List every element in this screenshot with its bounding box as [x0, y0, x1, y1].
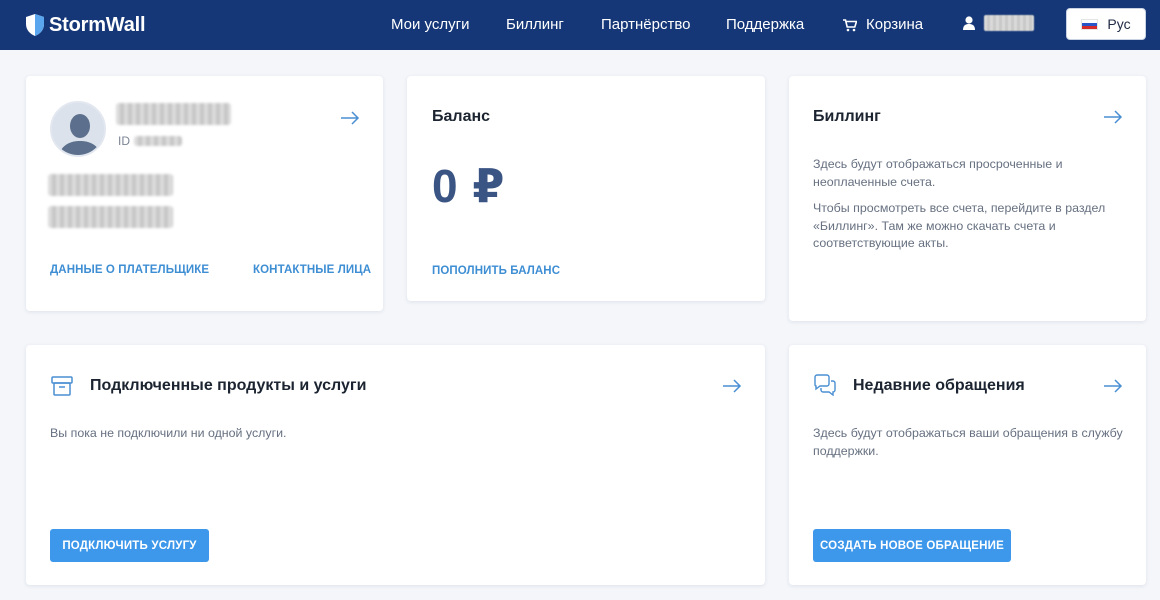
billing-description: Здесь будут отображаться просроченные и …: [813, 157, 1063, 189]
topup-balance-link[interactable]: ПОПОЛНИТЬ БАЛАНС: [432, 265, 560, 277]
profile-card: ID ДАННЫЕ О ПЛАТЕЛЬЩИКЕ КОНТАКТНЫЕ ЛИЦА: [26, 76, 383, 311]
user-id-label: ID: [118, 134, 130, 148]
chat-bubbles-icon: [814, 374, 836, 396]
nav-partnership[interactable]: Партнёрство: [601, 16, 691, 34]
top-navbar: StormWall Мои услуги Биллинг Партнёрство…: [0, 0, 1160, 50]
arrow-right-icon[interactable]: [1103, 379, 1123, 393]
nav-billing[interactable]: Биллинг: [506, 16, 564, 34]
balance-title: Баланс: [432, 108, 491, 125]
shield-icon: [26, 14, 44, 36]
language-switcher[interactable]: Рус: [1066, 8, 1146, 40]
billing-hint: Чтобы просмотреть все счета, перейдите в…: [813, 201, 1106, 250]
tickets-title: Недавние обращения: [853, 377, 1025, 394]
contacts-link[interactable]: КОНТАКТНЫЕ ЛИЦА: [253, 264, 371, 276]
balance-card: Баланс 0 ₽ ПОПОЛНИТЬ БАЛАНС: [407, 76, 765, 301]
payer-data-link[interactable]: ДАННЫЕ О ПЛАТЕЛЬЩИКЕ: [50, 264, 209, 276]
connect-service-button[interactable]: ПОДКЛЮЧИТЬ УСЛУГУ: [50, 529, 209, 562]
billing-card: Биллинг Здесь будут отображаться просроч…: [789, 76, 1146, 321]
user-icon: [963, 16, 975, 30]
user-info-redacted: [48, 206, 173, 228]
archive-box-icon: [51, 376, 73, 396]
language-label: Рус: [1107, 16, 1131, 32]
billing-title: Биллинг: [813, 108, 881, 125]
tickets-description: Здесь будут отображаться ваши обращения …: [813, 426, 1123, 458]
user-info-redacted: [48, 174, 173, 196]
nav-cart[interactable]: Корзина: [843, 16, 923, 34]
russia-flag-icon: [1081, 18, 1099, 30]
user-name-redacted: [984, 15, 1034, 31]
arrow-right-icon[interactable]: [340, 111, 360, 125]
services-empty-text: Вы пока не подключили ни одной услуги.: [50, 426, 287, 440]
arrow-right-icon[interactable]: [1103, 110, 1123, 124]
logo-text: StormWall: [49, 13, 146, 36]
nav-support[interactable]: Поддержка: [726, 16, 804, 34]
logo[interactable]: StormWall: [25, 12, 146, 38]
user-id-redacted: [134, 136, 182, 146]
user-avatar-icon: [52, 103, 104, 155]
balance-amount: 0 ₽: [432, 160, 506, 212]
arrow-right-icon[interactable]: [722, 379, 742, 393]
user-name-redacted: [116, 103, 231, 125]
tickets-card: Недавние обращения Здесь будут отображат…: [789, 345, 1146, 585]
nav-my-services[interactable]: Мои услуги: [391, 16, 470, 34]
avatar: [50, 101, 106, 157]
user-menu[interactable]: [963, 15, 1034, 31]
services-title: Подключенные продукты и услуги: [90, 377, 367, 394]
create-ticket-button[interactable]: СОЗДАТЬ НОВОЕ ОБРАЩЕНИЕ: [813, 529, 1011, 562]
services-card: Подключенные продукты и услуги Вы пока н…: [26, 345, 765, 585]
cart-label: Корзина: [866, 16, 924, 33]
cart-icon: [843, 18, 857, 31]
